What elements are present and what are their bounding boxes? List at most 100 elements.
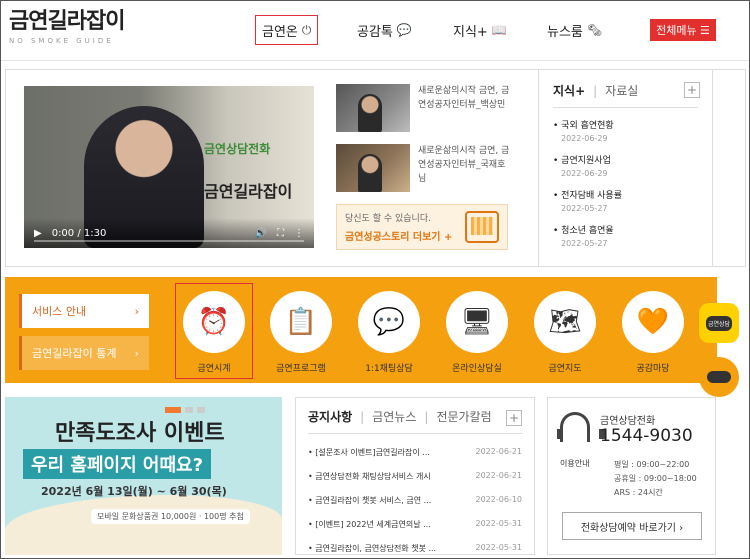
all-menu-button[interactable]: 전체메뉴 ☰: [650, 19, 716, 41]
hours-holiday: 공휴일 : 09:00~18:00: [614, 474, 697, 483]
interview-thumb[interactable]: 새로운삶의시작 금연, 금연성공자인터뷰_백상민: [336, 84, 516, 132]
list-item-date: 2022-05-27: [561, 204, 608, 213]
service-guide-button[interactable]: 서비스 안내 ›: [19, 294, 149, 328]
service-online-counsel[interactable]: 🖥 온라인상담실: [437, 291, 517, 374]
list-item[interactable]: [설문조사 이벤트]금연길라잡이 ... 2022-06-21: [308, 447, 522, 458]
notice-tabs: 공지사항 | 금연뉴스 | 전문가칼럼: [308, 408, 522, 434]
map-icon: 🗺: [534, 291, 596, 353]
nav-item-talk[interactable]: 공감톡 💬: [357, 15, 412, 45]
service-map[interactable]: 🗺 금연지도: [525, 291, 605, 374]
video-player[interactable]: 금연상담전화 금연길라잡이 ▶ 0:00 / 1:30 🔊 ⛶ ⋮: [24, 86, 314, 248]
chatbot-robot-icon[interactable]: [699, 357, 739, 397]
list-item-date: 2022-06-10: [475, 495, 523, 504]
service-program[interactable]: 📋 금연프로그램: [261, 291, 341, 374]
fullscreen-icon[interactable]: ⛶: [277, 228, 284, 239]
list-item[interactable]: 금연길라잡이 챗봇 서비스, 금연 ... 2022-06-10: [308, 495, 522, 506]
chat-faces-icon: 💬: [358, 291, 420, 353]
nav-item-newsroom[interactable]: 뉴스룸 🗞: [547, 15, 602, 45]
list-item[interactable]: 금연길라잡이, 금연상담전화 챗봇 ... 2022-05-31: [308, 543, 522, 554]
list-item-date: 2022-06-29: [561, 134, 608, 143]
tab-notice[interactable]: 공지사항: [308, 408, 352, 425]
list-item[interactable]: 국외 흡연현황 2022-06-29: [553, 118, 698, 143]
header: 금연길라잡이 NO SMOKE GUIDE 금연온 ⏻ 공감톡 💬 지식+ 📖 …: [1, 1, 749, 61]
thumbnail-title: 새로운삶의시작 금연, 금연성공자인터뷰_백상민: [418, 86, 510, 110]
service-label: 공감마당: [636, 364, 670, 374]
thumbnail-title: 새로운삶의시작 금연, 금연성공자인터뷰_국재호님: [418, 146, 510, 184]
chevron-right-icon: ›: [134, 346, 139, 360]
service-bar: 서비스 안내 › 금연길라잡이 통계 › ⏰ 금연시계 📋 금연프로그램 💬 1…: [5, 277, 717, 383]
chat-bubble-icon: 💬: [396, 23, 412, 37]
button-label: 서비스 안내: [32, 305, 87, 318]
more-options-icon[interactable]: ⋮: [294, 228, 304, 239]
nav-item-quit-on[interactable]: 금연온 ⏻: [255, 15, 319, 45]
statistics-button[interactable]: 금연길라잡이 통계 ›: [19, 336, 149, 370]
list-item-date: 2022-05-31: [475, 543, 523, 552]
banner-prize: 모바일 문화상품권 10,000원 · 100명 추첨: [91, 509, 250, 524]
list-item-title: 금연상담전화 채팅상담서비스 개시: [308, 471, 431, 482]
list-item[interactable]: 금연지원사업 2022-06-29: [553, 153, 698, 178]
banner-title: 만족도조사 이벤트: [55, 421, 225, 446]
nav-label: 지식+: [453, 24, 488, 40]
success-story-link[interactable]: 당신도 할 수 있습니다. 금연성공스토리 더보기 +: [336, 204, 508, 250]
more-plus-button[interactable]: +: [506, 410, 522, 426]
list-item[interactable]: 전자담배 사용률 2022-05-27: [553, 188, 698, 213]
list-item[interactable]: [이벤트] 2022년 세계금연의날 ... 2022-05-31: [308, 519, 522, 530]
hours-weekday: 평일 : 09:00~22:00: [614, 460, 690, 469]
interview-thumb[interactable]: 새로운삶의시작 금연, 금연성공자인터뷰_국재호님: [336, 144, 516, 192]
hours-title: 이용안내: [560, 459, 590, 468]
service-label: 1:1채팅상담: [365, 364, 413, 374]
counsel-panel: 금연상담전화 1544-9030 이용안내 평일 : 09:00~22:00 공…: [547, 397, 716, 555]
monitor-icon: 🖥: [446, 291, 508, 353]
list-item-title: [설문조사 이벤트]금연길라잡이 ...: [308, 447, 430, 458]
list-item-title: 청소년 흡연율: [553, 223, 698, 236]
floating-counsel-button[interactable]: 금연상담: [699, 303, 739, 343]
video-progress-bar[interactable]: [34, 240, 304, 242]
service-label: 금연프로그램: [276, 364, 326, 374]
notice-panel: 공지사항 | 금연뉴스 | 전문가칼럼 + [설문조사 이벤트]금연길라잡이 .…: [295, 397, 535, 555]
logo[interactable]: 금연길라잡이 NO SMOKE GUIDE: [9, 9, 134, 51]
volume-icon[interactable]: 🔊: [255, 228, 267, 239]
hours-ars: ARS : 24시간: [614, 488, 663, 497]
counsel-phone: 1544-9030: [600, 426, 693, 446]
more-plus-button[interactable]: +: [684, 82, 700, 98]
list-item-title: 국외 흡연현황: [553, 118, 698, 131]
tab-knowledge[interactable]: 지식+: [553, 82, 585, 99]
play-icon[interactable]: ▶: [34, 228, 42, 239]
headset-icon: [557, 412, 605, 442]
book-icon: 📖: [491, 23, 507, 37]
book-counsel-button[interactable]: 전화상담예약 바로가기 ›: [562, 512, 702, 540]
video-brand-counsel: 금연상담전화: [204, 142, 271, 156]
banner-subtitle: 우리 홈페이지 어때요?: [23, 449, 212, 479]
list-item-title: 금연길라잡이, 금연상담전화 챗봇 ...: [308, 543, 436, 554]
top-section: 금연상담전화 금연길라잡이 ▶ 0:00 / 1:30 🔊 ⛶ ⋮ 새로운삶의시…: [5, 69, 746, 267]
service-empathy[interactable]: 🧡 공감마당: [613, 291, 693, 374]
list-item-title: [이벤트] 2022년 세계금연의날 ...: [308, 519, 430, 530]
chevron-right-icon: ›: [134, 304, 139, 318]
nav-label: 금연온: [262, 24, 298, 40]
heart-hand-icon: 🧡: [622, 291, 684, 353]
service-label: 금연지도: [548, 364, 582, 374]
list-item-title: 금연지원사업: [553, 153, 698, 166]
counsel-label: 금연상담전화: [600, 416, 656, 427]
knowledge-tabs: 지식+ | 자료실: [553, 82, 698, 108]
service-chat[interactable]: 💬 1:1채팅상담: [349, 291, 429, 374]
banner-slider-indicator[interactable]: [165, 407, 215, 413]
tab-library[interactable]: 자료실: [605, 82, 638, 99]
list-item[interactable]: 청소년 흡연율 2022-05-27: [553, 223, 698, 248]
banner-dates: 2022년 6월 13일(월) ~ 6월 30(목): [41, 485, 227, 498]
list-item[interactable]: 금연상담전화 채팅상담서비스 개시 2022-06-21: [308, 471, 522, 482]
nav-item-knowledge[interactable]: 지식+ 📖: [453, 15, 507, 45]
alarm-clock-icon: ⏰: [183, 291, 245, 353]
clipboard-search-icon: 📋: [270, 291, 332, 353]
event-banner[interactable]: 만족도조사 이벤트 우리 홈페이지 어때요? 2022년 6월 13일(월) ~…: [5, 397, 282, 555]
newspaper-icon: 🗞: [586, 23, 603, 37]
tab-news[interactable]: 금연뉴스: [372, 408, 416, 425]
tv-icon: [465, 211, 499, 243]
nav-label: 뉴스룸: [547, 24, 583, 40]
list-item-date: 2022-06-21: [475, 447, 523, 456]
floating-counsel-label: 금연상담: [705, 315, 733, 331]
tab-column[interactable]: 전문가칼럼: [436, 408, 491, 425]
logo-subtext: NO SMOKE GUIDE: [9, 37, 114, 45]
service-quit-clock[interactable]: ⏰ 금연시계: [174, 291, 254, 374]
list-item-date: 2022-06-29: [561, 169, 608, 178]
